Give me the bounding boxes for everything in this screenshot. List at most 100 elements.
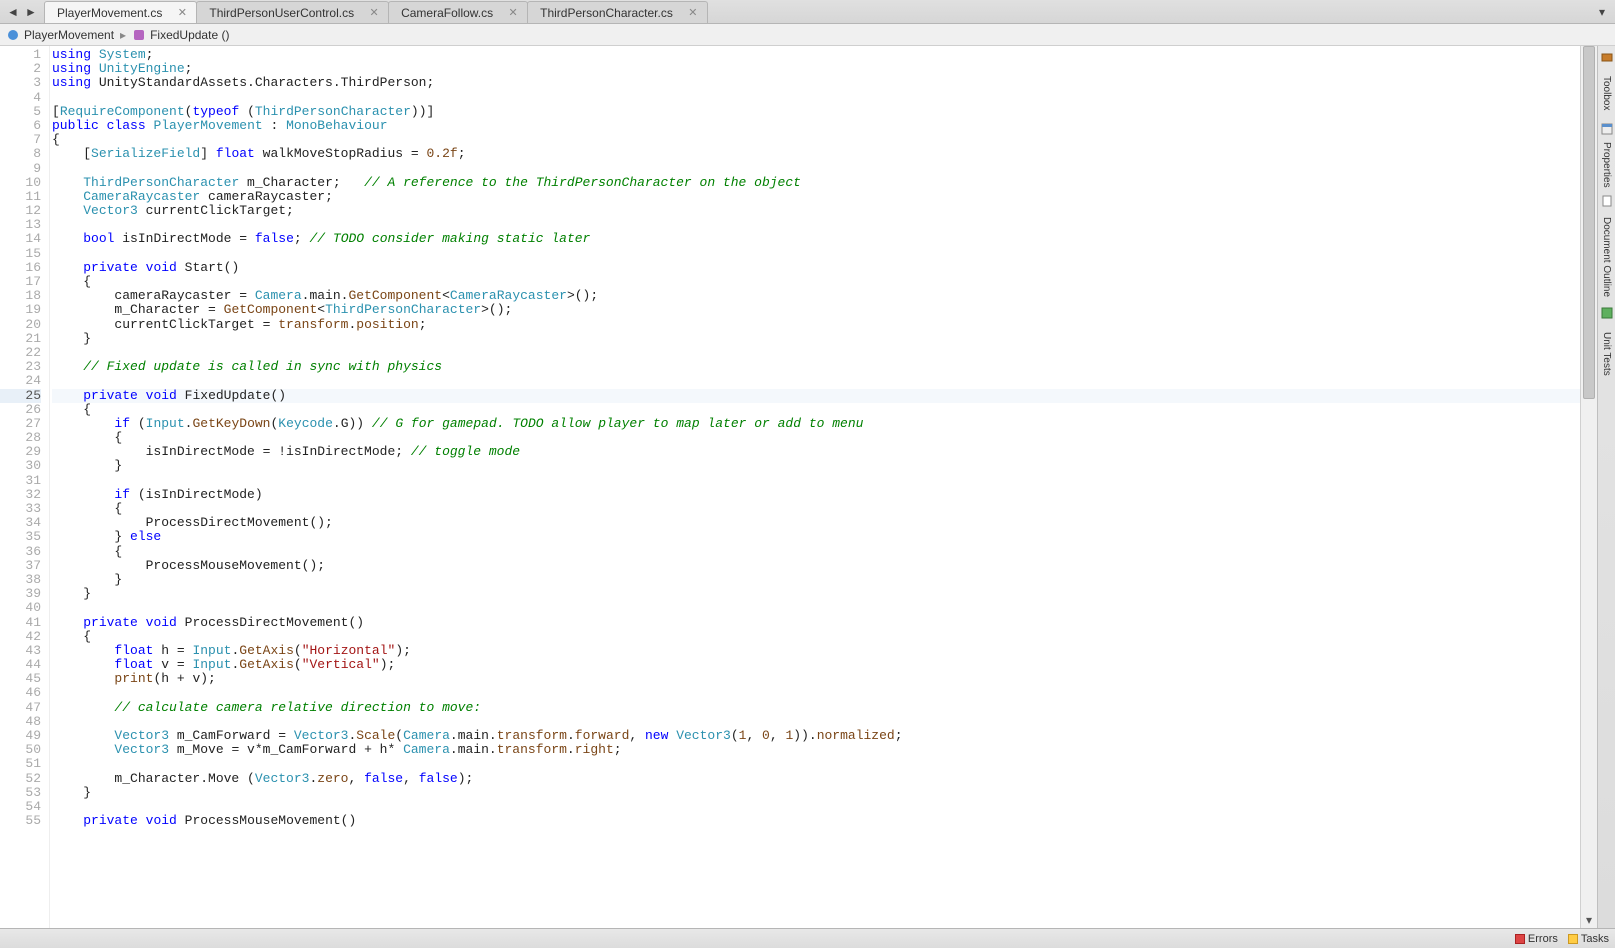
tab-playermovement-cs[interactable]: PlayerMovement.cs✕ — [44, 1, 197, 23]
code-line[interactable]: { — [52, 630, 1580, 644]
code-line[interactable]: using System; — [52, 48, 1580, 62]
nav-back-icon[interactable]: ◄ — [4, 3, 22, 21]
code-line[interactable]: private void FixedUpdate() — [52, 389, 1580, 403]
code-line[interactable]: bool isInDirectMode = false; // TODO con… — [52, 232, 1580, 246]
code-line[interactable]: { — [52, 275, 1580, 289]
code-line[interactable] — [52, 757, 1580, 771]
code-line[interactable] — [52, 800, 1580, 814]
line-number: 38 — [0, 573, 41, 587]
code-line[interactable]: Vector3 m_CamForward = Vector3.Scale(Cam… — [52, 729, 1580, 743]
code-line[interactable]: float v = Input.GetAxis("Vertical"); — [52, 658, 1580, 672]
line-number: 30 — [0, 459, 41, 473]
code-line[interactable] — [52, 601, 1580, 615]
tab-camerafollow-cs[interactable]: CameraFollow.cs ✕ — [388, 1, 528, 23]
code-line[interactable] — [52, 374, 1580, 388]
line-number: 29 — [0, 445, 41, 459]
code-line[interactable]: } — [52, 786, 1580, 800]
code-line[interactable]: currentClickTarget = transform.position; — [52, 318, 1580, 332]
code-line[interactable]: { — [52, 502, 1580, 516]
editor[interactable]: 1234567891011121314151617181920212223242… — [0, 46, 1597, 928]
code-line[interactable] — [52, 715, 1580, 729]
code-line[interactable]: } — [52, 332, 1580, 346]
document-outline-icon[interactable] — [1600, 194, 1614, 208]
code-line[interactable]: } else — [52, 530, 1580, 544]
code-line[interactable]: Vector3 m_Move = v*m_CamForward + h* Cam… — [52, 743, 1580, 757]
code-line[interactable]: using UnityEngine; — [52, 62, 1580, 76]
nav-forward-icon[interactable]: ► — [22, 3, 40, 21]
code-line[interactable] — [52, 218, 1580, 232]
line-number: 3 — [0, 76, 41, 90]
toolbox-button[interactable]: Toolbox — [1599, 68, 1615, 118]
code-line[interactable]: float h = Input.GetAxis("Horizontal"); — [52, 644, 1580, 658]
tabs: PlayerMovement.cs✕ThirdPersonUserControl… — [44, 0, 1593, 23]
code-line[interactable]: } — [52, 573, 1580, 587]
code-line[interactable]: { — [52, 545, 1580, 559]
side-rail: Toolbox Properties Document Outline Unit… — [1597, 46, 1615, 928]
code-area[interactable]: using System;using UnityEngine;using Uni… — [50, 46, 1580, 928]
code-line[interactable] — [52, 686, 1580, 700]
unit-tests-button[interactable]: Unit Tests — [1599, 324, 1615, 384]
code-line[interactable]: { — [52, 431, 1580, 445]
tab-overflow-icon[interactable]: ▾ — [1593, 3, 1611, 21]
code-line[interactable]: [RequireComponent(typeof (ThirdPersonCha… — [52, 105, 1580, 119]
code-line[interactable]: if (isInDirectMode) — [52, 488, 1580, 502]
code-line[interactable]: cameraRaycaster = Camera.main.GetCompone… — [52, 289, 1580, 303]
code-line[interactable]: ProcessMouseMovement(); — [52, 559, 1580, 573]
tab-bar: ◄ ► PlayerMovement.cs✕ThirdPersonUserCon… — [0, 0, 1615, 24]
code-line[interactable]: using UnityStandardAssets.Characters.Thi… — [52, 76, 1580, 90]
code-line[interactable] — [52, 162, 1580, 176]
breadcrumb-method[interactable]: FixedUpdate () — [132, 28, 229, 42]
tab-label: ThirdPersonCharacter.cs — [540, 6, 673, 20]
code-line[interactable]: Vector3 currentClickTarget; — [52, 204, 1580, 218]
code-line[interactable]: isInDirectMode = !isInDirectMode; // tog… — [52, 445, 1580, 459]
properties-icon[interactable] — [1600, 122, 1614, 136]
scrollbar-thumb[interactable] — [1583, 46, 1595, 399]
code-line[interactable]: // calculate camera relative direction t… — [52, 701, 1580, 715]
line-number: 4 — [0, 91, 41, 105]
code-line[interactable]: CameraRaycaster cameraRaycaster; — [52, 190, 1580, 204]
code-line[interactable]: ThirdPersonCharacter m_Character; // A r… — [52, 176, 1580, 190]
code-line[interactable]: [SerializeField] float walkMoveStopRadiu… — [52, 147, 1580, 161]
code-line[interactable]: } — [52, 587, 1580, 601]
code-line[interactable]: private void Start() — [52, 261, 1580, 275]
line-number: 21 — [0, 332, 41, 346]
line-number: 39 — [0, 587, 41, 601]
code-line[interactable]: private void ProcessDirectMovement() — [52, 616, 1580, 630]
code-line[interactable]: print(h + v); — [52, 672, 1580, 686]
code-line[interactable] — [52, 247, 1580, 261]
line-number: 48 — [0, 715, 41, 729]
close-icon[interactable]: ✕ — [368, 7, 380, 19]
code-line[interactable]: // Fixed update is called in sync with p… — [52, 360, 1580, 374]
properties-button[interactable]: Properties — [1599, 140, 1615, 190]
tab-label: CameraFollow.cs — [401, 6, 493, 20]
code-line[interactable] — [52, 474, 1580, 488]
code-line[interactable]: m_Character = GetComponent<ThirdPersonCh… — [52, 303, 1580, 317]
tasks-label: Tasks — [1581, 933, 1609, 945]
close-icon[interactable]: ✕ — [507, 7, 519, 19]
code-line[interactable]: private void ProcessMouseMovement() — [52, 814, 1580, 828]
vertical-scrollbar[interactable]: ▴ ▾ — [1580, 46, 1597, 928]
code-line[interactable]: { — [52, 133, 1580, 147]
scroll-down-icon[interactable]: ▾ — [1581, 912, 1597, 928]
code-line[interactable]: public class PlayerMovement : MonoBehavi… — [52, 119, 1580, 133]
tasks-button[interactable]: Tasks — [1568, 933, 1609, 945]
code-line[interactable]: { — [52, 403, 1580, 417]
unit-tests-icon[interactable] — [1600, 306, 1614, 320]
code-line[interactable] — [52, 346, 1580, 360]
errors-button[interactable]: Errors — [1515, 933, 1558, 945]
code-line[interactable]: ProcessDirectMovement(); — [52, 516, 1580, 530]
line-number: 22 — [0, 346, 41, 360]
close-icon[interactable]: ✕ — [687, 7, 699, 19]
line-number: 10 — [0, 176, 41, 190]
code-line[interactable]: m_Character.Move (Vector3.zero, false, f… — [52, 772, 1580, 786]
code-line[interactable]: } — [52, 459, 1580, 473]
line-number: 32 — [0, 488, 41, 502]
code-line[interactable]: if (Input.GetKeyDown(Keycode.G)) // G fo… — [52, 417, 1580, 431]
document-outline-button[interactable]: Document Outline — [1599, 212, 1615, 302]
breadcrumb-class[interactable]: PlayerMovement — [6, 28, 114, 42]
tab-thirdpersoncharacter-cs[interactable]: ThirdPersonCharacter.cs ✕ — [527, 1, 708, 23]
close-icon[interactable]: ✕ — [176, 7, 188, 19]
tab-thirdpersonusercontrol-cs[interactable]: ThirdPersonUserControl.cs✕ — [196, 1, 389, 23]
toolbox-icon[interactable] — [1600, 50, 1614, 64]
code-line[interactable] — [52, 91, 1580, 105]
